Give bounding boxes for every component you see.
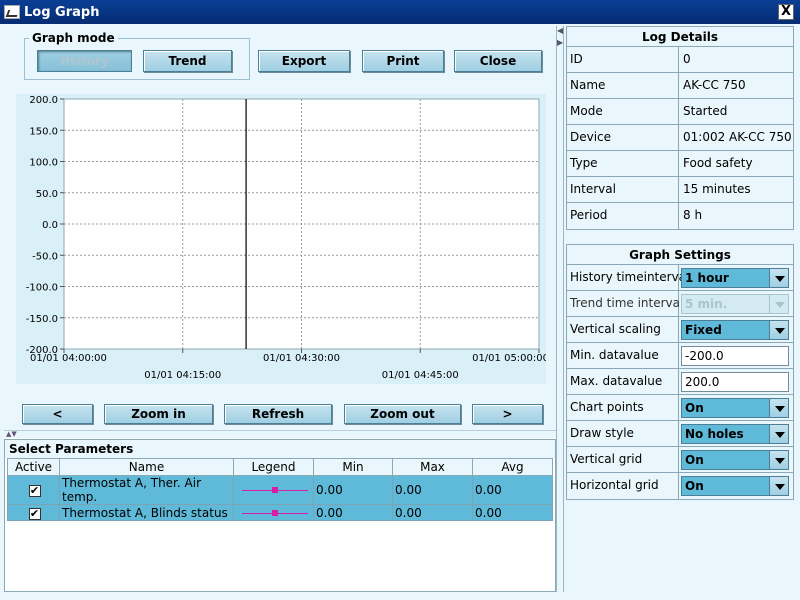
y-tick-label: -150.0: [26, 314, 58, 325]
setting-trend-time-interval: Trend time interval 5 min.: [567, 291, 793, 317]
graph-settings-section: Graph Settings History timeinterval 1 ho…: [566, 244, 794, 500]
right-pane: Log Details ID 0 Name AK-CC 750 Mode Starte…: [564, 26, 796, 592]
table-row[interactable]: ✔ Thermostat A, Ther. Air temp. 0.00 0.0…: [7, 475, 553, 505]
setting-vertical-scaling: Vertical scaling Fixed: [567, 317, 793, 343]
draw-style-select[interactable]: No holes: [681, 424, 789, 444]
col-active[interactable]: Active: [7, 458, 60, 476]
detail-row-device: Device 01:002 AK-CC 750: [567, 125, 793, 151]
param-avg: 0.00: [472, 475, 553, 505]
history-button[interactable]: History: [37, 50, 132, 72]
setting-history-timeinterval: History timeinterval 1 hour: [567, 265, 793, 291]
detail-row-type: Type Food safety: [567, 151, 793, 177]
detail-row-period: Period 8 h: [567, 203, 793, 229]
horizontal-grid-select[interactable]: On: [681, 476, 789, 496]
log-details-section: Log Details ID 0 Name AK-CC 750 Mode Starte…: [566, 26, 794, 230]
chevron-down-icon[interactable]: [769, 269, 788, 287]
y-tick-label: 0.0: [42, 220, 58, 231]
x-tick-label: 01/01 04:00:00: [30, 353, 107, 364]
vertical-grid-select[interactable]: On: [681, 450, 789, 470]
min-datavalue-field[interactable]: -200.0: [681, 346, 789, 366]
setting-min-datavalue: Min. datavalue -200.0: [567, 343, 793, 369]
detail-row-mode: Mode Started: [567, 99, 793, 125]
vertical-splitter[interactable]: ◀ ▶: [556, 26, 564, 592]
next-button[interactable]: >: [472, 404, 543, 424]
chevron-down-icon[interactable]: [769, 425, 788, 443]
chevron-down-icon[interactable]: [769, 451, 788, 469]
chevron-down-icon[interactable]: [769, 399, 788, 417]
graph-mode-group: Graph mode History Trend: [24, 31, 250, 80]
chart-points-select[interactable]: On: [681, 398, 789, 418]
active-checkbox[interactable]: ✔: [28, 507, 41, 520]
x-tick-label: 01/01 05:00:00: [472, 353, 546, 364]
active-checkbox[interactable]: ✔: [28, 485, 41, 497]
vertical-scaling-select[interactable]: Fixed: [681, 320, 789, 340]
x-tick-label: 01/01 04:15:00: [144, 370, 221, 381]
param-name: Thermostat A, Blinds status: [59, 504, 234, 521]
param-min: 0.00: [313, 475, 393, 505]
graph-mode-legend: Graph mode: [29, 31, 118, 45]
setting-vertical-grid: Vertical grid On: [567, 447, 793, 473]
y-tick-label: 100.0: [29, 158, 58, 169]
graph-area: Graph mode History Trend Export Print Cl…: [4, 26, 556, 430]
log-chart[interactable]: 200.0 150.0 100.0 50.0 0.0 -50.0 -100.0 -150.0-…: [16, 94, 546, 384]
detail-row-name: Name AK-CC 750: [567, 73, 793, 99]
select-parameters-panel: Select Parameters Active Name Legend Min…: [4, 439, 556, 592]
max-datavalue-field[interactable]: 200.0: [681, 372, 789, 392]
chevron-down-icon[interactable]: [769, 321, 788, 339]
y-tick-label: -100.0: [26, 283, 58, 294]
close-button[interactable]: Close: [454, 50, 542, 72]
col-min[interactable]: Min: [313, 458, 393, 476]
param-max: 0.00: [392, 475, 473, 505]
param-name: Thermostat A, Ther. Air temp.: [59, 475, 234, 505]
detail-row-interval: Interval 15 minutes: [567, 177, 793, 203]
y-tick-label: 50.0: [36, 189, 58, 200]
trend-time-interval-select: 5 min.: [681, 294, 789, 314]
setting-draw-style: Draw style No holes: [567, 421, 793, 447]
col-legend[interactable]: Legend: [233, 458, 314, 476]
print-button[interactable]: Print: [362, 50, 444, 72]
splitter-left-icon[interactable]: ◀: [557, 26, 563, 35]
setting-chart-points: Chart points On: [567, 395, 793, 421]
param-min: 0.00: [313, 504, 393, 521]
splitter-right-icon[interactable]: ▶: [557, 38, 563, 47]
setting-max-datavalue: Max. datavalue 200.0: [567, 369, 793, 395]
zoom-in-button[interactable]: Zoom in: [104, 404, 213, 424]
chart-svg: 200.0150.0100.050.00.0-50.0-100.0-150.0-…: [26, 95, 546, 381]
trend-button[interactable]: Trend: [143, 50, 232, 72]
export-button[interactable]: Export: [258, 50, 350, 72]
zoom-out-button[interactable]: Zoom out: [344, 404, 461, 424]
prev-button[interactable]: <: [22, 404, 93, 424]
history-timeinterval-select[interactable]: 1 hour: [681, 268, 789, 288]
splitter-arrows-icon[interactable]: ▲▼: [6, 431, 17, 438]
x-tick-label: 01/01 04:30:00: [263, 353, 340, 364]
col-max[interactable]: Max: [392, 458, 473, 476]
table-row[interactable]: ✔ Thermostat A, Blinds status 0.00 0.00 …: [7, 504, 553, 521]
horizontal-splitter[interactable]: ▲▼: [4, 430, 556, 438]
detail-row-id: ID 0: [567, 47, 793, 73]
setting-horizontal-grid: Horizontal grid On: [567, 473, 793, 499]
legend-swatch-icon: [241, 484, 308, 496]
title-bar: Log Graph X: [0, 0, 800, 24]
select-parameters-header: Select Parameters: [5, 440, 555, 458]
refresh-button[interactable]: Refresh: [224, 404, 332, 424]
left-pane: Graph mode History Trend Export Print Cl…: [4, 26, 556, 592]
y-tick-label: 200.0: [29, 95, 58, 106]
graph-settings-title: Graph Settings: [567, 245, 793, 265]
graph-app-icon: [4, 5, 20, 19]
x-tick-label: 01/01 04:45:00: [382, 370, 459, 381]
param-avg: 0.00: [472, 504, 553, 521]
window-close-button[interactable]: X: [778, 4, 794, 20]
col-avg[interactable]: Avg: [472, 458, 553, 476]
chevron-down-icon: [769, 295, 788, 313]
chevron-down-icon[interactable]: [769, 477, 788, 495]
col-name[interactable]: Name: [59, 458, 234, 476]
log-details-title: Log Details: [567, 27, 793, 47]
param-max: 0.00: [392, 504, 473, 521]
y-tick-label: -50.0: [32, 251, 58, 262]
parameters-table: Active Name Legend Min Max Avg ✔ Thermos…: [7, 458, 553, 521]
window-title: Log Graph: [24, 4, 100, 20]
y-tick-label: 150.0: [29, 126, 58, 137]
legend-swatch-icon: [241, 507, 308, 519]
